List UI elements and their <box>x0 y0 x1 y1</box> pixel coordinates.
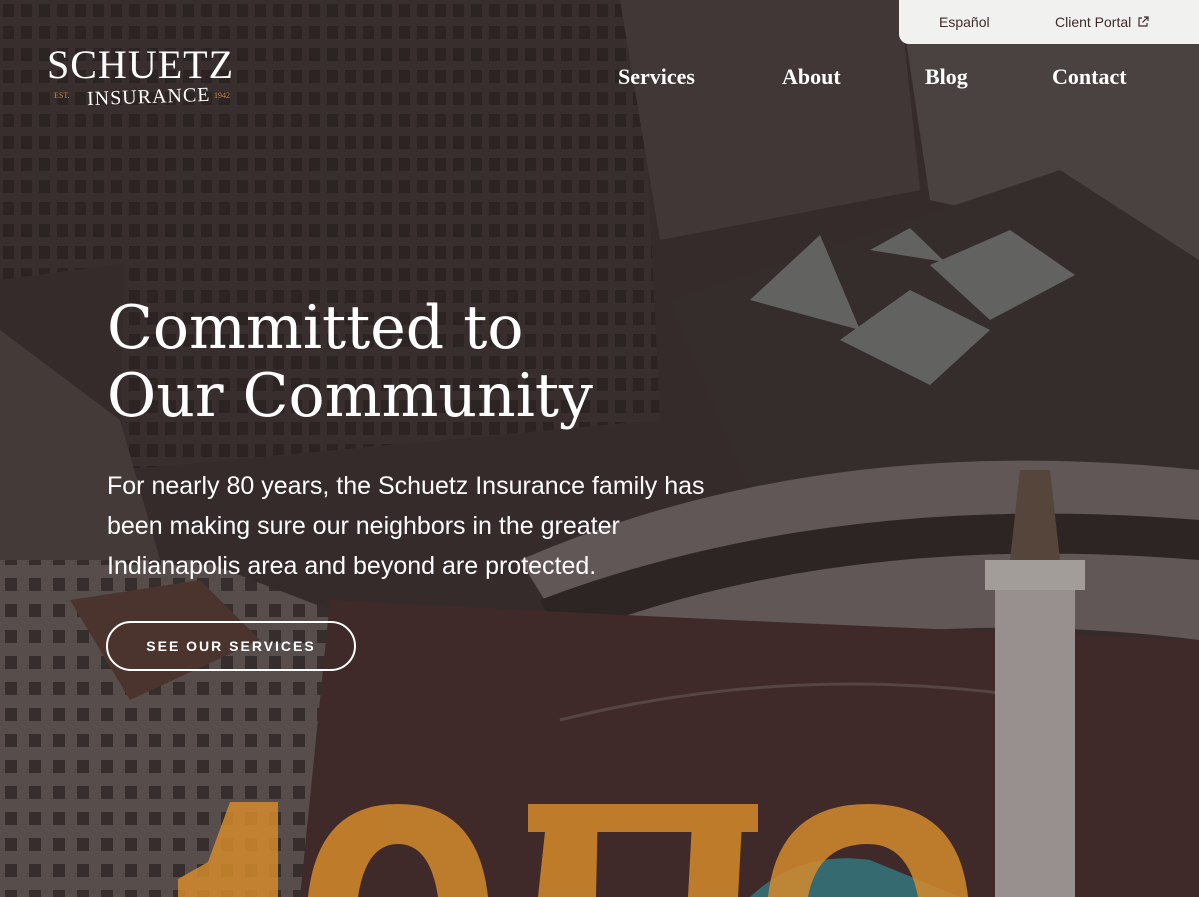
site-logo[interactable]: SCHUETZ EST. INSURANCE 1942 <box>47 45 242 115</box>
logo-wordmark: SCHUETZ <box>47 42 234 87</box>
hero-headline-line-2: Our Community <box>107 361 593 431</box>
nav-item-blog[interactable]: Blog <box>925 64 968 90</box>
hero-headline: Committed to Our Community <box>107 294 593 430</box>
see-our-services-button[interactable]: SEE OUR SERVICES <box>106 621 356 671</box>
hero-headline-line-1: Committed to <box>107 293 524 363</box>
language-toggle-link[interactable]: Español <box>939 14 990 30</box>
client-portal-link[interactable]: Client Portal <box>1055 14 1149 30</box>
nav-item-about[interactable]: About <box>782 64 841 90</box>
hero-intro-text: For nearly 80 years, the Schuetz Insuran… <box>107 472 705 580</box>
external-link-icon <box>1138 16 1149 27</box>
hero-background-image <box>0 0 1199 897</box>
nav-item-services[interactable]: Services <box>618 64 695 90</box>
logo-subtitle: INSURANCE <box>86 83 211 111</box>
logo-year: 1942 <box>214 91 230 100</box>
logo-est-label: EST. <box>54 91 70 100</box>
client-portal-label: Client Portal <box>1055 14 1132 30</box>
decorative-year-graphic <box>168 784 1028 897</box>
nav-item-contact[interactable]: Contact <box>1052 64 1127 90</box>
utility-bar: Español Client Portal <box>899 0 1199 44</box>
